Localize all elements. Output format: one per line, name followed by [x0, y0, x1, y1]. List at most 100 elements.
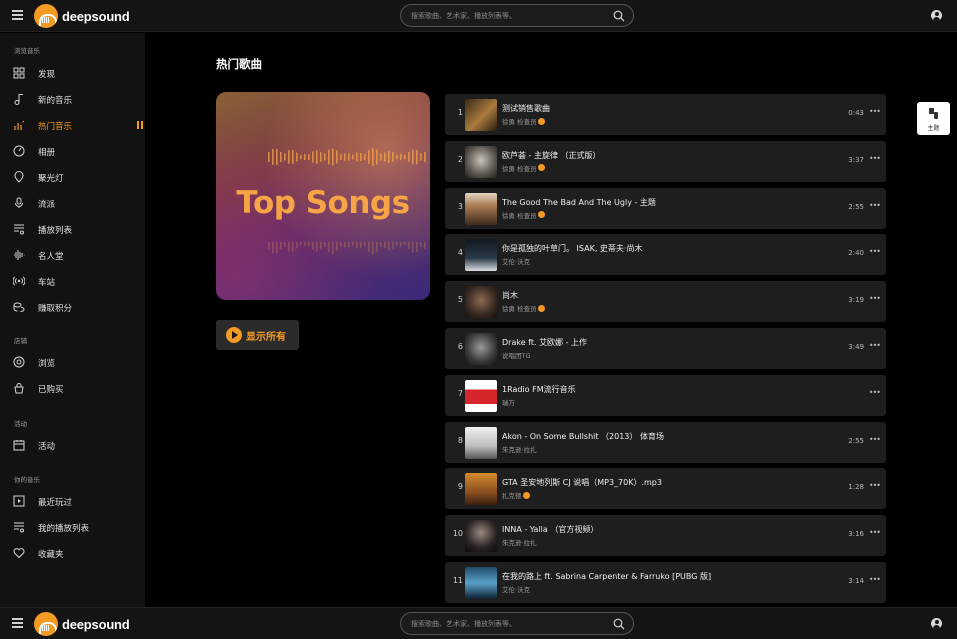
track-artist[interactable]: 朱克逊·拉扎 — [502, 444, 537, 454]
track-thumbnail[interactable] — [465, 333, 497, 365]
waveform-bar — [300, 154, 302, 160]
user-account-icon[interactable] — [931, 10, 942, 21]
track-title[interactable]: 在我的路上 ft. Sabrina Carpenter & Farruko [P… — [502, 571, 711, 582]
sidebar-item-hall-of-fame[interactable]: 名人堂 — [0, 246, 145, 264]
track-title[interactable]: 1Radio FM流行音乐 — [502, 384, 576, 395]
search-input[interactable] — [411, 9, 601, 23]
search-input[interactable] — [411, 617, 601, 631]
track-artist-wrap: 扎克德 — [502, 490, 530, 500]
track-row[interactable]: 10 INNA - Yalla （官方视频） 朱克逊·拉扎 3:16 ••• — [445, 515, 886, 557]
sidebar-item-recently-played[interactable]: 最近玩过 — [0, 492, 145, 510]
sidebar-item-genres[interactable]: 流派 — [0, 194, 145, 212]
track-thumbnail[interactable] — [465, 145, 497, 178]
more-options-icon[interactable]: ••• — [869, 388, 881, 397]
more-options-icon[interactable]: ••• — [869, 201, 881, 210]
track-title[interactable]: The Good The Bad And The Ugly - 主题 — [502, 197, 656, 208]
menu-icon[interactable] — [12, 618, 23, 628]
track-title[interactable]: Drake ft. 艾欧娜 - 上作 — [502, 337, 587, 348]
track-thumbnail[interactable] — [465, 567, 497, 599]
track-row[interactable]: 7 1Radio FM流行音乐 瑞万 ••• — [445, 374, 886, 416]
track-artist[interactable]: 艾伦·沃克 — [502, 584, 530, 594]
more-options-icon[interactable]: ••• — [869, 341, 881, 350]
track-artist[interactable]: 徐勇 检查员 — [502, 303, 537, 313]
sidebar-item-my-playlists[interactable]: 我的播放列表 — [0, 518, 145, 536]
waveform-bar — [304, 154, 306, 160]
waveform-bar — [328, 149, 330, 165]
track-row[interactable]: 5 尚木 徐勇 检查员 3:19 ••• — [445, 281, 886, 323]
brand-name: deepsound — [62, 616, 130, 632]
track-thumbnail[interactable] — [465, 426, 497, 459]
track-artist[interactable]: 徐勇 检查员 — [502, 116, 537, 126]
sidebar-item-label: 发现 — [38, 70, 56, 80]
sidebar-item-playlists[interactable]: 播放列表 — [0, 220, 145, 238]
more-options-icon[interactable]: ••• — [869, 294, 881, 303]
waveform-bar — [376, 242, 378, 253]
section-title-events: 活动 — [14, 420, 27, 428]
track-duration: 3:16 — [848, 530, 864, 539]
track-row[interactable]: 2 欧芦荟 - 主旋律 （正式版） 徐勇 检查员 3:37 ••• — [445, 140, 886, 182]
track-artist[interactable]: 艾伦·沃克 — [502, 256, 530, 266]
track-title[interactable]: 你是孤独的叶草门。 ISAK, 史蒂夫·尚木 — [502, 243, 642, 254]
track-artist[interactable]: 徐勇 检查员 — [502, 210, 537, 220]
sidebar-item-albums[interactable]: 相册 — [0, 142, 145, 160]
sidebar-item-stations[interactable]: 车站 — [0, 272, 145, 290]
track-row[interactable]: 6 Drake ft. 艾欧娜 - 上作 说唱团TG 3:49 ••• — [445, 328, 886, 369]
more-options-icon[interactable]: ••• — [869, 154, 881, 163]
more-options-icon[interactable]: ••• — [869, 107, 881, 116]
track-row[interactable]: 8 Akon - On Some Bullshit （2013） 体育场 朱克逊·拉… — [445, 421, 886, 463]
sidebar-item-events[interactable]: 活动 — [0, 436, 145, 454]
track-title[interactable]: 欧芦荟 - 主旋律 （正式版） — [502, 150, 601, 161]
user-account-icon[interactable] — [931, 618, 942, 629]
track-thumbnail[interactable] — [465, 520, 497, 553]
sidebar-item-earn-points[interactable]: 赚取积分 — [0, 298, 145, 316]
theme-button[interactable]: 主题 — [917, 102, 950, 135]
headphones-logo-icon — [34, 4, 58, 28]
track-thumbnail[interactable] — [465, 99, 497, 131]
menu-icon[interactable] — [12, 10, 23, 20]
more-options-icon[interactable]: ••• — [869, 575, 881, 584]
track-thumbnail[interactable] — [465, 379, 497, 412]
sidebar-item-spotlight[interactable]: 聚光灯 — [0, 168, 145, 186]
track-thumbnail[interactable] — [465, 473, 497, 506]
track-number: 7 — [457, 388, 463, 398]
track-thumbnail[interactable] — [465, 192, 497, 225]
track-artist[interactable]: 扎克德 — [502, 490, 522, 500]
track-title[interactable]: GTA 圣安地列斯 CJ 说唱（MP3_70K）.mp3 — [502, 477, 662, 488]
sidebar-item-hot-music[interactable]: 热门音乐 — [0, 116, 145, 134]
track-row[interactable]: 3 The Good The Bad And The Ugly - 主题 徐勇 检查… — [445, 187, 886, 229]
more-options-icon[interactable]: ••• — [869, 481, 881, 490]
track-artist-wrap: 徐勇 检查员 — [502, 303, 545, 313]
track-title[interactable]: 测试销售歌曲 — [502, 103, 550, 114]
search-icon[interactable] — [613, 618, 625, 630]
track-row[interactable]: 11 在我的路上 ft. Sabrina Carpenter & Farruko … — [445, 562, 886, 603]
play-all-button[interactable]: 显示所有 — [216, 320, 299, 350]
logo[interactable]: deepsound — [34, 4, 130, 28]
track-row[interactable]: 1 测试销售歌曲 徐勇 检查员 0:43 ••• — [445, 94, 886, 135]
sidebar-item-favorites[interactable]: 收藏夹 — [0, 544, 145, 562]
track-thumbnail[interactable] — [465, 239, 497, 272]
track-thumbnail[interactable] — [465, 286, 497, 319]
waveform-bar — [416, 149, 418, 165]
track-artist[interactable]: 朱克逊·拉扎 — [502, 537, 537, 547]
logo[interactable]: deepsound — [34, 612, 130, 636]
sidebar-item-new-music[interactable]: 新的音乐 — [0, 90, 145, 108]
waveform-bar — [416, 242, 418, 252]
more-options-icon[interactable]: ••• — [869, 247, 881, 256]
track-row[interactable]: 9 GTA 圣安地列斯 CJ 说唱（MP3_70K）.mp3 扎克德 1:28 ••• — [445, 468, 886, 510]
track-title[interactable]: Akon - On Some Bullshit （2013） 体育场 — [502, 431, 664, 442]
waveform-bar — [404, 242, 406, 245]
sidebar-item-discover[interactable]: 发现 — [0, 64, 145, 82]
track-artist[interactable]: 徐勇 检查员 — [502, 163, 537, 173]
track-artist[interactable]: 瑞万 — [502, 397, 515, 407]
track-title[interactable]: 尚木 — [502, 290, 518, 301]
track-artist[interactable]: 说唱团TG — [502, 350, 531, 360]
sidebar-item-purchased[interactable]: 已购买 — [0, 379, 145, 397]
track-title[interactable]: INNA - Yalla （官方视频） — [502, 524, 598, 535]
more-options-icon[interactable]: ••• — [869, 528, 881, 537]
track-number: 6 — [457, 342, 463, 351]
sidebar-item-browse-store[interactable]: 浏览 — [0, 353, 145, 371]
search-icon[interactable] — [613, 10, 625, 22]
more-options-icon[interactable]: ••• — [869, 435, 881, 444]
track-row[interactable]: 4 你是孤独的叶草门。 ISAK, 史蒂夫·尚木 艾伦·沃克 2:40 ••• — [445, 234, 886, 276]
waveform-bar — [280, 242, 282, 250]
